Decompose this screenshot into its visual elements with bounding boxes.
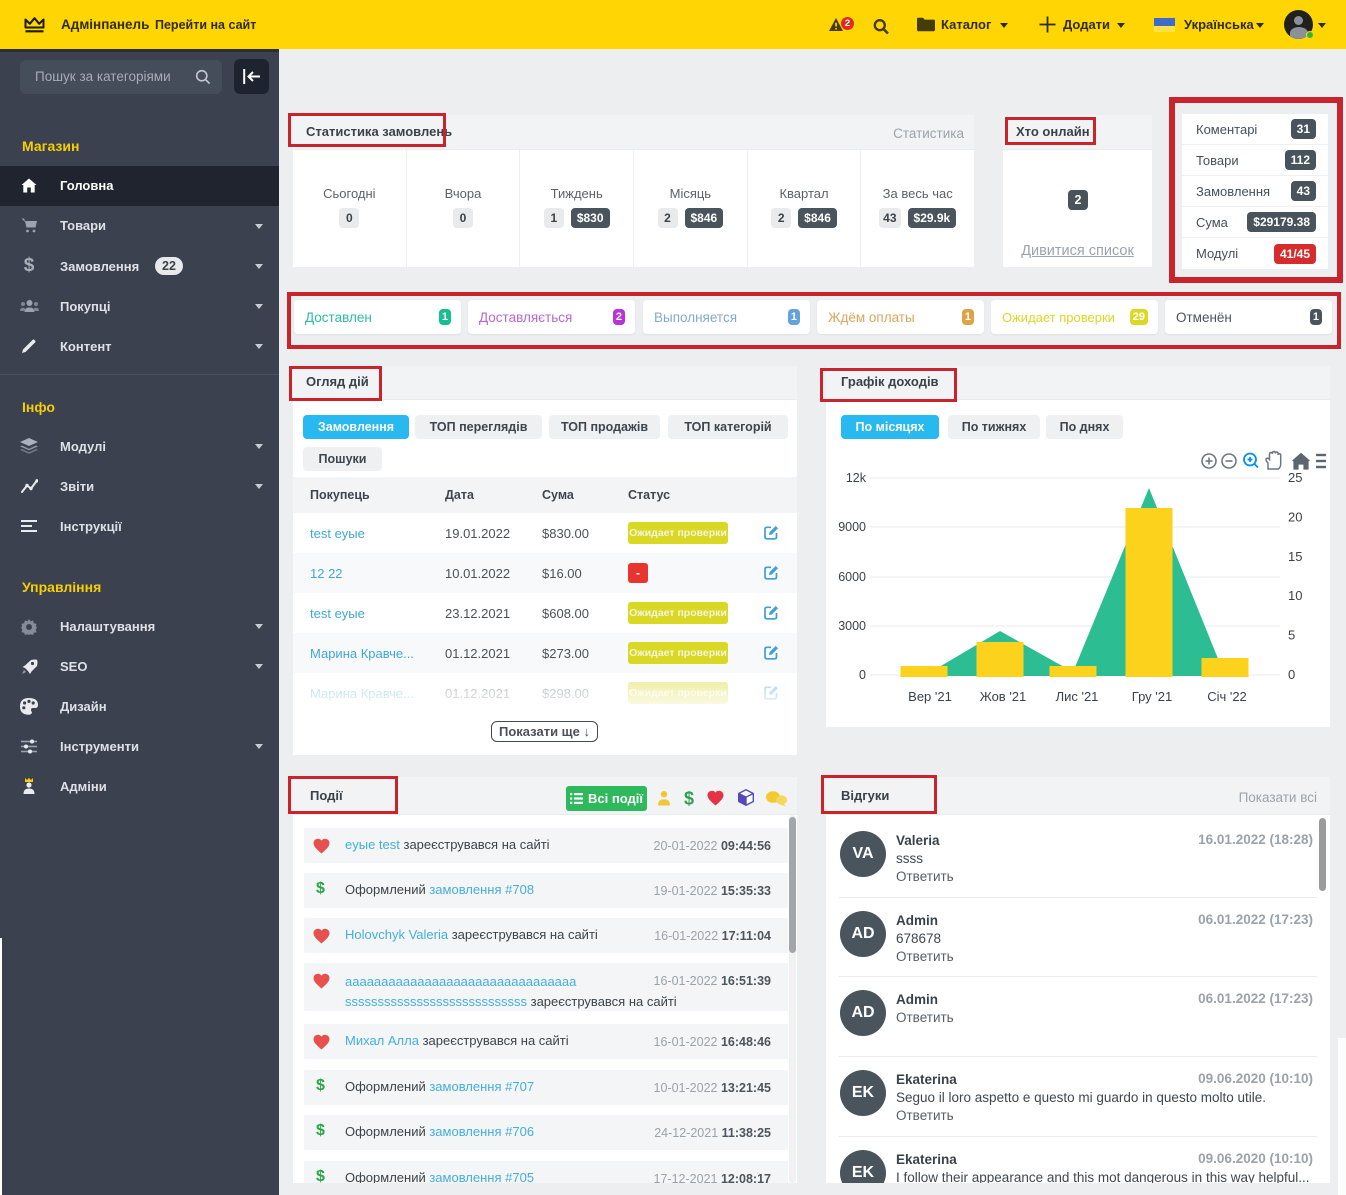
svg-text:3000: 3000 xyxy=(838,619,866,633)
svg-text:25: 25 xyxy=(1288,470,1302,485)
svg-text:Гру '21: Гру '21 xyxy=(1132,689,1172,704)
svg-text:20: 20 xyxy=(1288,509,1302,524)
svg-text:Січ '22: Січ '22 xyxy=(1207,689,1247,704)
svg-text:$: $ xyxy=(684,789,694,807)
svg-text:0: 0 xyxy=(1288,667,1295,682)
svg-text:15: 15 xyxy=(1288,549,1302,564)
svg-text:10: 10 xyxy=(1288,588,1302,603)
svg-text:12k: 12k xyxy=(846,471,867,485)
svg-text:Лис '21: Лис '21 xyxy=(1056,689,1099,704)
svg-text:0: 0 xyxy=(859,668,866,682)
svg-text:6000: 6000 xyxy=(838,570,866,584)
svg-text:5: 5 xyxy=(1288,628,1295,643)
svg-text:Жов '21: Жов '21 xyxy=(980,689,1027,704)
svg-text:9000: 9000 xyxy=(838,520,866,534)
svg-text:Вер '21: Вер '21 xyxy=(908,689,952,704)
